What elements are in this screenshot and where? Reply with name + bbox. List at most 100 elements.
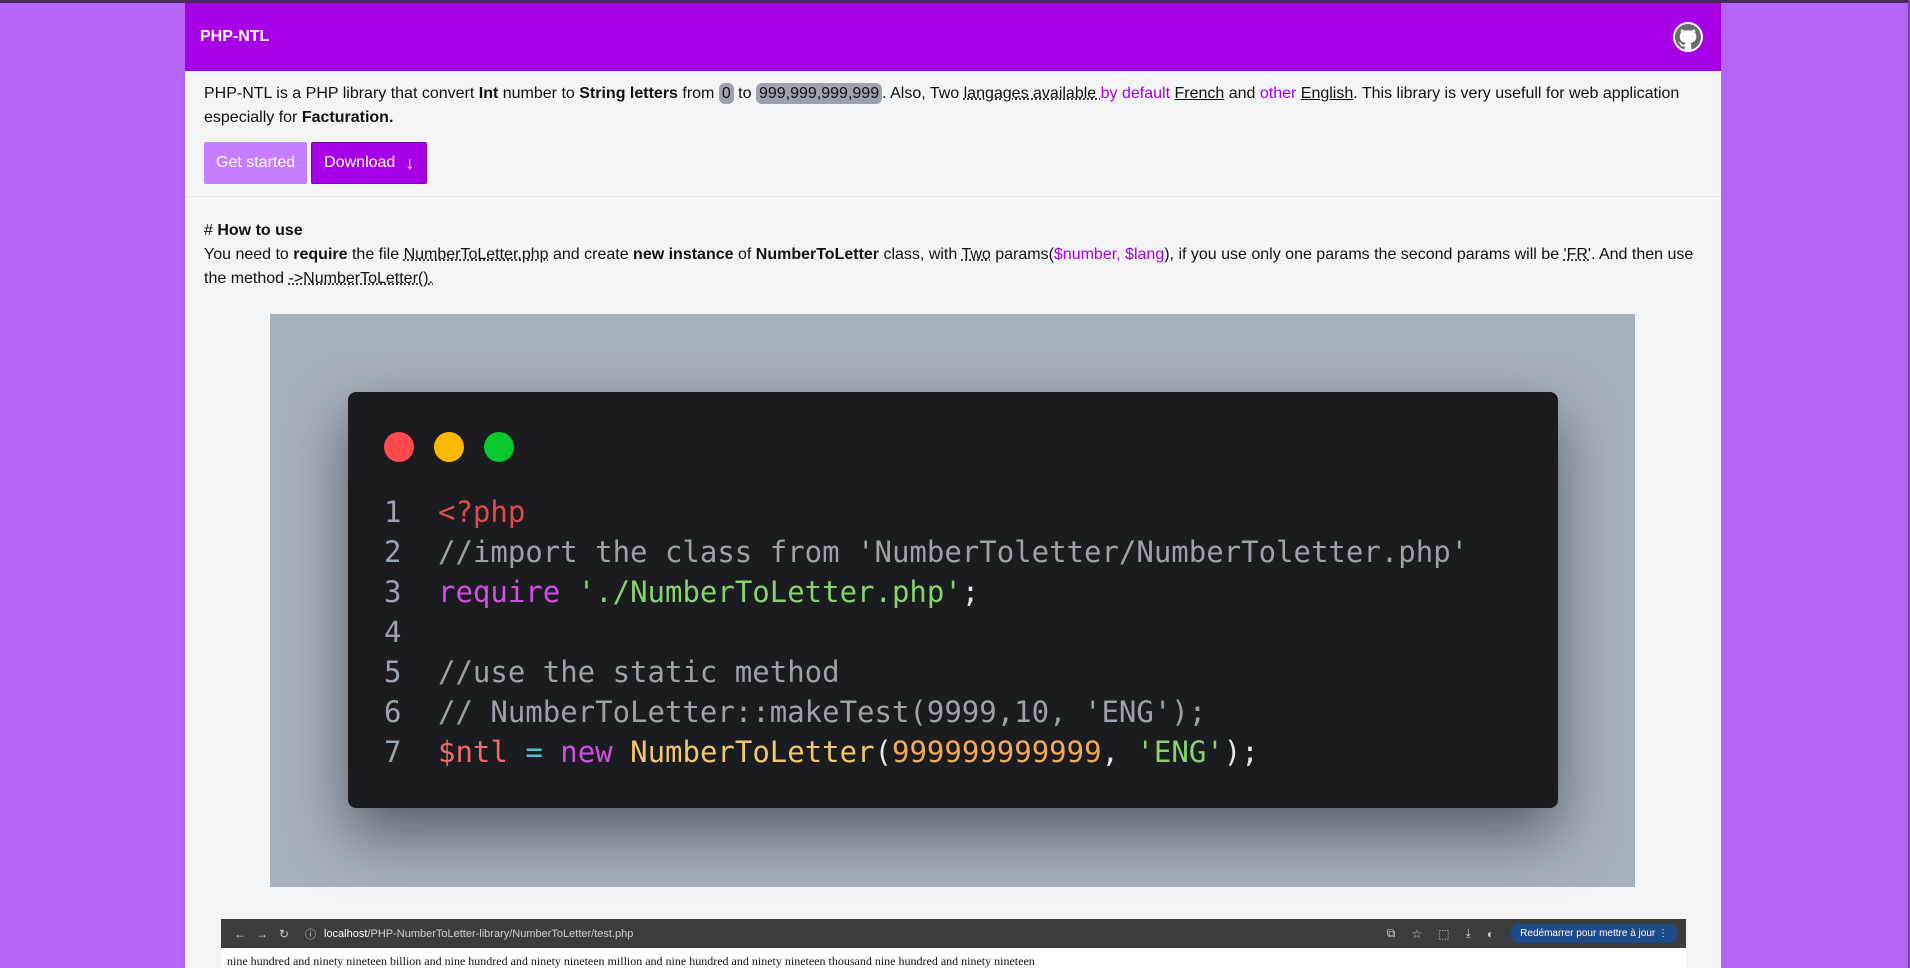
code-token: //use the static method — [438, 655, 840, 689]
heading-hash: # — [204, 222, 218, 239]
method-abbr[interactable]: ->NumberToLetter(). — [289, 270, 434, 287]
line-number: 2 — [384, 535, 402, 569]
browser-screenshot: ← → ↻ ⓘ localhost/PHP-NumberToLetter-lib… — [221, 919, 1686, 968]
code-window: 1 <?php 2 //import the class from 'NumberTo… — [348, 392, 1558, 808]
code-token: ; — [961, 575, 980, 609]
min-value-badge: 0 — [718, 83, 734, 104]
code-token: ); — [1223, 735, 1259, 769]
forward-icon: → — [256, 926, 268, 941]
code-token: //import the class from 'NumberToletter/… — [438, 535, 1469, 569]
url-path: /PHP-NumberToLetter-library/NumberToLett… — [367, 927, 634, 940]
max-value-badge: 999,999,999,999 — [755, 83, 883, 104]
page-container: PHP-NTL PHP-NTL is a PHP library that co… — [185, 3, 1721, 968]
code-line: 5 //use the static method — [384, 652, 1468, 692]
howto-text: You need to — [204, 246, 294, 263]
code-token: = — [525, 735, 543, 769]
line-number: 1 — [384, 495, 402, 529]
minimize-dot-icon — [434, 432, 464, 462]
line-number: 7 — [384, 735, 402, 769]
intro-text: number to — [498, 85, 580, 102]
fr-abbr[interactable]: 'FR' — [1564, 246, 1591, 263]
file-name-abbr[interactable]: NumberToLetter.php — [404, 246, 549, 263]
langages-abbr[interactable]: langages available — [964, 85, 1101, 102]
two-abbr[interactable]: Two — [961, 246, 990, 263]
arrow-down-icon: ↓ — [405, 152, 415, 173]
code-line: 4 — [384, 612, 1468, 652]
other-label: other — [1259, 85, 1297, 102]
close-dot-icon — [384, 432, 414, 462]
new-instance-label: new instance — [633, 246, 734, 263]
intro-text: from — [677, 85, 719, 102]
browser-icons: ⧉ ☆ ⬚ ⤓ ◐ Redémarrer pour mettre à jour … — [1387, 924, 1678, 943]
intro-text: to — [733, 85, 756, 102]
english-label[interactable]: English — [1301, 85, 1353, 102]
code-token: 'ENG' — [1136, 735, 1224, 769]
download-label: Download — [324, 154, 396, 171]
howto-text: ), if you use only one params the second… — [1164, 246, 1564, 263]
code-token: require — [438, 575, 561, 609]
code-line: 7 $ntl = new NumberToLetter(999999999999,… — [384, 732, 1468, 772]
line-number: 5 — [384, 655, 402, 689]
github-icon[interactable] — [1673, 22, 1703, 52]
facturation-label: Facturation. — [301, 109, 394, 126]
brand-title[interactable]: PHP-NTL — [200, 28, 269, 46]
action-buttons: Get started Download ↓ — [185, 130, 1721, 196]
string-letters-label: String letters — [579, 85, 678, 102]
by-default-label: by default — [1100, 85, 1171, 102]
info-icon: ⓘ — [305, 928, 316, 941]
code-token: $ntl — [438, 735, 508, 769]
update-label: Redémarrer pour mettre à jour — [1520, 928, 1656, 939]
howto-text: params( — [990, 246, 1054, 263]
extensions-icon: ⬚ — [1438, 926, 1450, 941]
back-icon: ← — [234, 926, 246, 941]
params-label: $number, $lang — [1053, 246, 1165, 263]
line-number: 3 — [384, 575, 402, 609]
code-token: NumberToLetter — [630, 735, 875, 769]
french-label[interactable]: French — [1174, 85, 1224, 102]
page-output-text: nine hundred and ninety nineteen billion… — [227, 954, 1035, 968]
class-name-label: NumberToLetter — [755, 246, 880, 263]
code-token: <?php — [438, 495, 526, 529]
code-line: 6 // NumberToLetter::makeTest(9999,10, 'E… — [384, 692, 1468, 732]
line-number: 4 — [384, 615, 402, 649]
how-to-use-text: You need to require the file NumberToLet… — [204, 243, 1702, 291]
profile-icon: ◐ — [1486, 926, 1495, 941]
url-host: localhost — [324, 927, 368, 940]
code-token: './NumberToLetter.php' — [577, 575, 962, 609]
how-to-use-section: # How to use You need to require the fil… — [185, 197, 1721, 291]
download-button[interactable]: Download ↓ — [311, 142, 428, 184]
address-bar: ⓘ localhost/PHP-NumberToLetter-library/N… — [305, 926, 633, 942]
intro-paragraph: PHP-NTL is a PHP library that convert In… — [185, 71, 1721, 130]
window-controls — [384, 432, 514, 462]
code-token: ( — [874, 735, 893, 769]
github-icon-graphic — [1675, 24, 1701, 50]
how-to-use-heading: # How to use — [204, 219, 1702, 243]
code-token: new — [560, 735, 613, 769]
code-token: , — [1101, 735, 1137, 769]
get-started-button[interactable]: Get started — [204, 142, 308, 184]
reload-icon: ↻ — [278, 926, 290, 941]
navbar: PHP-NTL — [185, 3, 1721, 71]
howto-text: of — [733, 246, 756, 263]
intro-text: and — [1224, 85, 1260, 102]
howto-text: the file — [347, 246, 404, 263]
how-to-use-title: How to use — [217, 222, 303, 239]
intro-text: PHP-NTL is a PHP library that convert — [204, 85, 479, 102]
maximize-dot-icon — [484, 432, 514, 462]
howto-text: class, with — [879, 246, 962, 263]
intro-text: . Also, Two — [882, 85, 964, 102]
code-token: 999999999999 — [892, 735, 1102, 769]
code-block: 1 <?php 2 //import the class from 'NumberTo… — [384, 492, 1468, 772]
update-button: Redémarrer pour mettre à jour ⋮ — [1510, 924, 1678, 943]
code-line: 3 require './NumberToLetter.php'; — [384, 572, 1468, 612]
line-number: 6 — [384, 695, 402, 729]
howto-text: and create — [548, 246, 634, 263]
int-label: Int — [478, 85, 499, 102]
code-line: 1 <?php — [384, 492, 1468, 532]
require-label: require — [293, 246, 348, 263]
translate-icon: ⧉ — [1386, 926, 1396, 940]
download-icon: ⤓ — [1465, 926, 1471, 940]
